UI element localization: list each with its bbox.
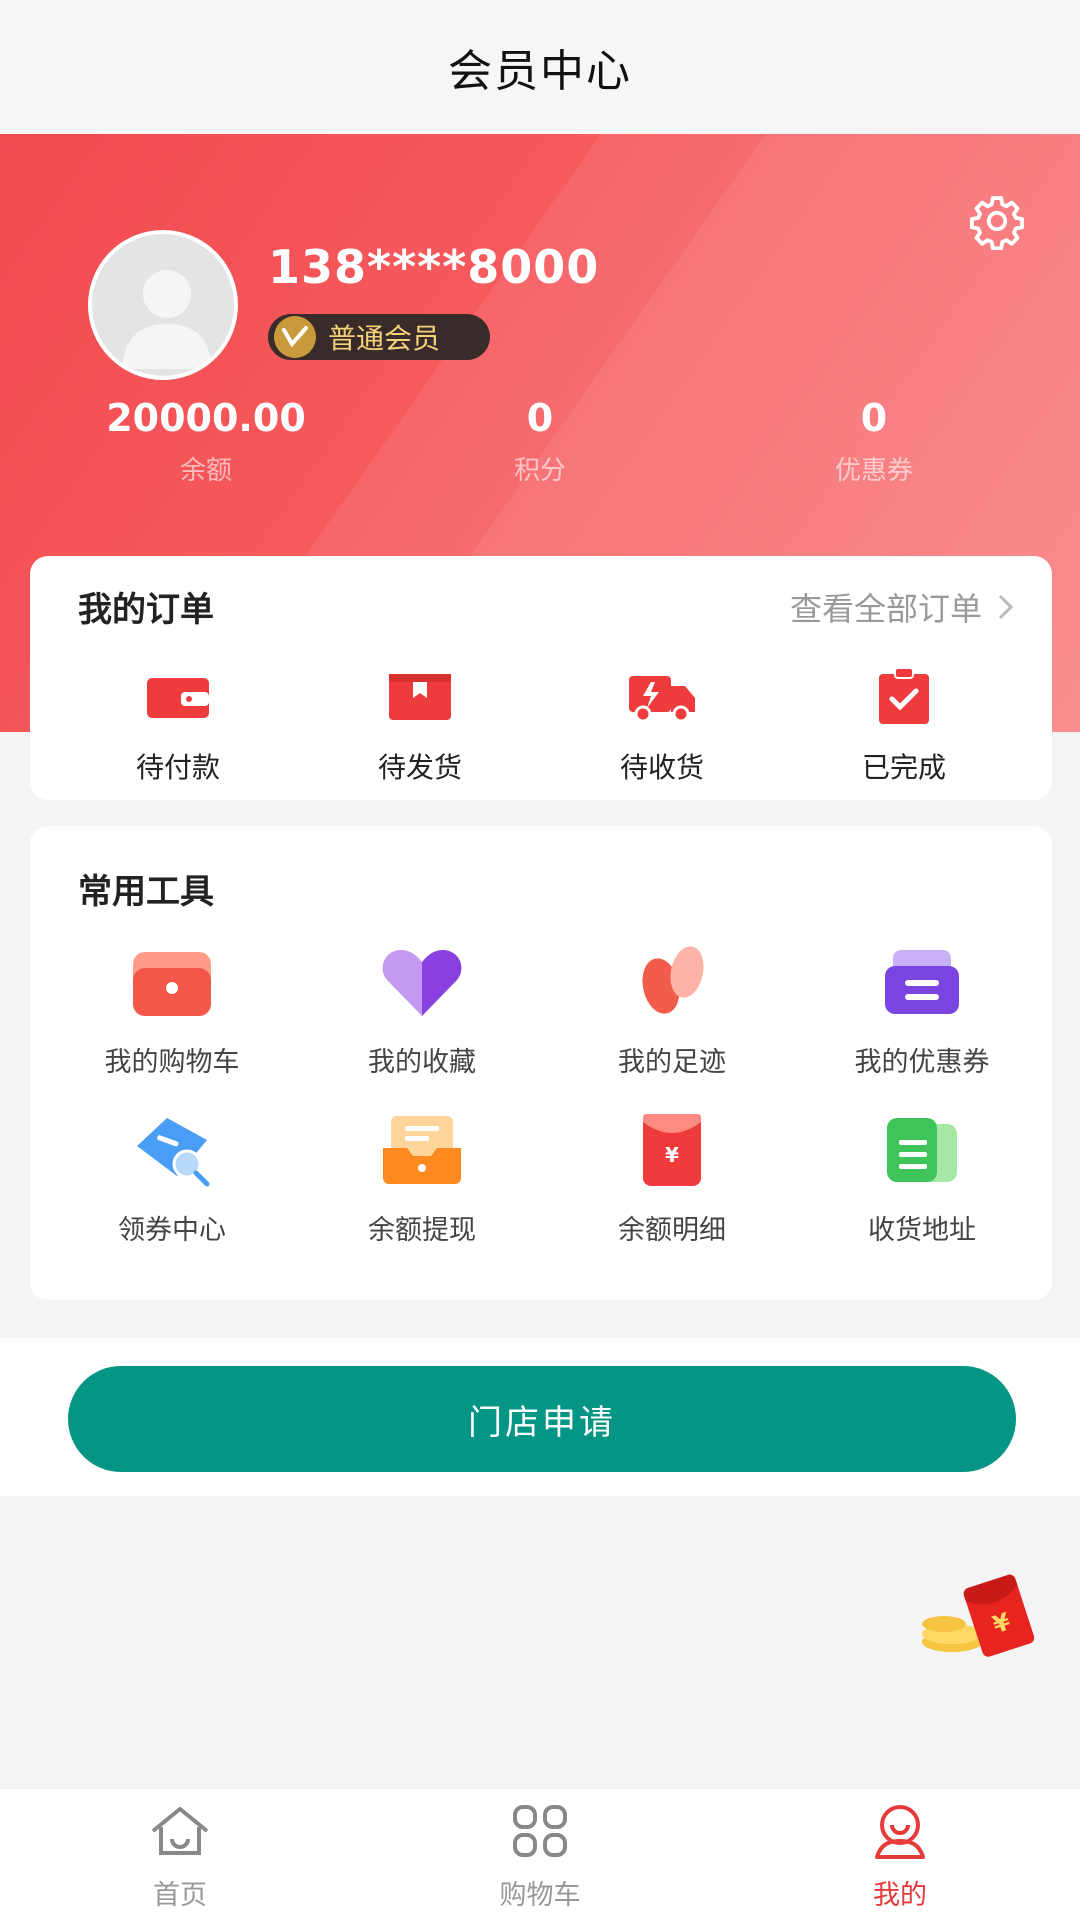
- tool-label: 我的购物车: [104, 1047, 240, 1078]
- red-envelope-icon: ¥: [643, 1113, 701, 1186]
- top-bar: 会员中心: [0, 0, 1080, 134]
- wallet-icon: [147, 678, 209, 718]
- tool-coupon-center[interactable]: 领券中心: [47, 1110, 297, 1247]
- tool-my-cart[interactable]: 我的购物车: [47, 942, 297, 1079]
- home-icon: [151, 1807, 209, 1855]
- tool-shipping-address[interactable]: 收货地址: [797, 1110, 1047, 1247]
- my-orders-card: 我的订单 查看全部订单 待付款 待发货 待收货 已完成: [30, 556, 1052, 800]
- stat-label: 优惠券: [834, 456, 913, 486]
- view-all-orders-label: 查看全部订单: [789, 590, 982, 628]
- store-apply-section: 门店申请: [0, 1338, 1080, 1496]
- stat-value: 0: [526, 396, 554, 440]
- order-label: 待付款: [135, 751, 220, 784]
- tab-home[interactable]: 首页: [80, 1803, 280, 1912]
- tool-label: 余额提现: [368, 1215, 476, 1246]
- tab-label: 购物车: [499, 1880, 581, 1911]
- user-icon: [875, 1805, 925, 1859]
- withdraw-box-icon: [383, 1116, 461, 1184]
- tool-label: 我的收藏: [368, 1047, 476, 1078]
- default-avatar-icon: [122, 270, 212, 369]
- tool-label: 领券中心: [118, 1215, 226, 1246]
- tool-my-favorites[interactable]: 我的收藏: [297, 942, 547, 1079]
- order-label: 待发货: [377, 751, 462, 784]
- tool-label: 我的优惠券: [854, 1047, 990, 1078]
- order-pending-payment[interactable]: 待付款: [78, 668, 278, 786]
- account-stats: 20000.00 余额 0 积分 0 优惠券: [0, 396, 1080, 506]
- address-icon: [887, 1118, 957, 1182]
- tab-cart[interactable]: 购物车: [440, 1803, 640, 1912]
- box-icon: [389, 674, 451, 720]
- settings-gear-icon[interactable]: [968, 192, 1026, 250]
- tool-my-coupons[interactable]: 我的优惠券: [797, 942, 1047, 1079]
- stat-label: 积分: [513, 456, 566, 486]
- tab-label: 我的: [873, 1880, 927, 1911]
- stat-value: 0: [860, 396, 888, 440]
- tools-title: 常用工具: [78, 872, 214, 912]
- svg-text:¥: ¥: [665, 1143, 679, 1167]
- member-level-badge: 普通会员: [268, 314, 490, 360]
- order-label: 已完成: [861, 751, 946, 784]
- tool-balance-details[interactable]: ¥ 余额明细: [547, 1110, 797, 1247]
- tool-label: 收货地址: [868, 1215, 976, 1246]
- clipboard-check-icon: [879, 667, 929, 724]
- floating-red-packet-icon[interactable]: ¥: [906, 1562, 1046, 1672]
- tab-label: 首页: [153, 1880, 207, 1911]
- bottom-tab-bar: 首页 购物车 我的: [0, 1788, 1080, 1920]
- common-tools-card: 常用工具 我的购物车 我的收藏 我的足迹 我的优惠券 领券中心 余额提现 ¥ 余…: [30, 826, 1052, 1300]
- order-completed[interactable]: 已完成: [804, 667, 1004, 786]
- stat-label: 余额: [179, 456, 232, 486]
- cart-bag-icon: [133, 952, 211, 1016]
- order-pending-shipment[interactable]: 待发货: [320, 668, 520, 786]
- page-title: 会员中心: [448, 46, 632, 97]
- vip-v-icon: [274, 316, 316, 358]
- ticket-icon: [885, 950, 959, 1014]
- order-label: 待收货: [619, 751, 704, 784]
- user-phone: 138****8000: [268, 240, 600, 294]
- stat-value: 20000.00: [106, 396, 306, 440]
- orders-title: 我的订单: [78, 590, 214, 630]
- chevron-right-icon: [998, 594, 1014, 620]
- coupon-search-icon: [137, 1118, 210, 1187]
- stat-balance[interactable]: 20000.00 余额: [56, 396, 356, 487]
- tool-balance-withdraw[interactable]: 余额提现: [297, 1110, 547, 1247]
- store-apply-button[interactable]: 门店申请: [68, 1366, 1016, 1472]
- tool-label: 我的足迹: [618, 1047, 726, 1078]
- avatar[interactable]: [88, 230, 238, 380]
- tool-my-footprint[interactable]: 我的足迹: [547, 942, 797, 1079]
- view-all-orders-link[interactable]: 查看全部订单: [790, 584, 1016, 630]
- stat-coupons[interactable]: 0 优惠券: [724, 396, 1024, 487]
- order-pending-receipt[interactable]: 待收货: [562, 668, 762, 786]
- truck-icon: [629, 676, 695, 723]
- stat-points[interactable]: 0 积分: [390, 396, 690, 487]
- heart-icon: [382, 950, 462, 1016]
- tool-label: 余额明细: [618, 1215, 726, 1246]
- member-level-label: 普通会员: [328, 322, 441, 355]
- tab-mine[interactable]: 我的: [800, 1803, 1000, 1912]
- grid-icon: [513, 1805, 567, 1857]
- footprint-icon: [642, 946, 704, 1014]
